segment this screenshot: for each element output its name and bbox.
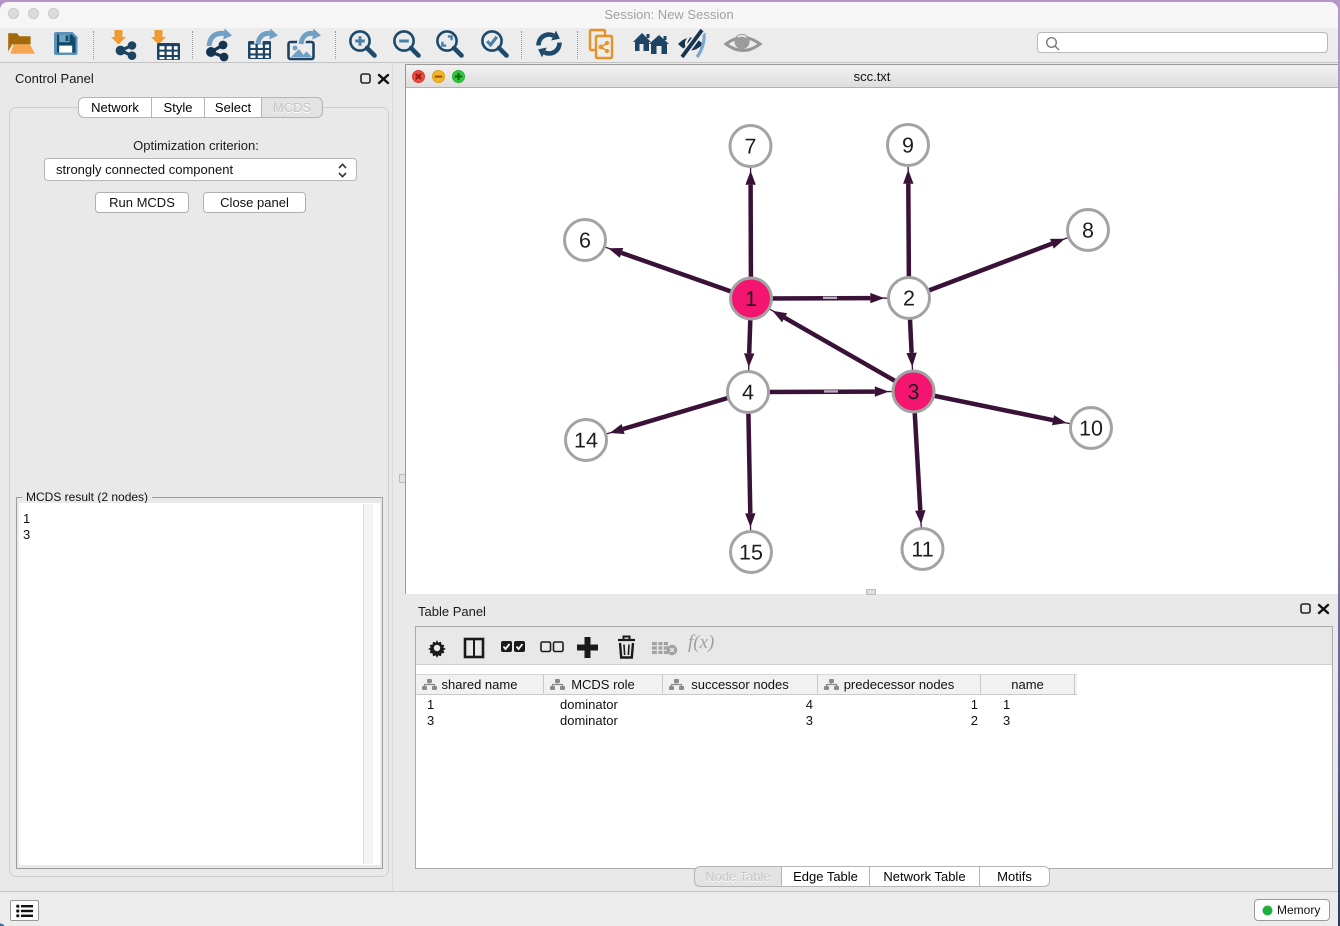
svg-text:8: 8 <box>1082 219 1094 243</box>
svg-text:4: 4 <box>742 381 754 405</box>
svg-text:3: 3 <box>908 380 920 404</box>
svg-text:2: 2 <box>903 287 915 311</box>
svg-text:10: 10 <box>1079 417 1103 441</box>
svg-text:15: 15 <box>739 541 763 565</box>
svg-text:1: 1 <box>745 287 757 311</box>
svg-text:14: 14 <box>574 429 598 453</box>
svg-text:11: 11 <box>911 538 933 562</box>
svg-text:6: 6 <box>579 229 591 253</box>
svg-text:9: 9 <box>902 134 914 158</box>
svg-text:7: 7 <box>745 135 757 159</box>
